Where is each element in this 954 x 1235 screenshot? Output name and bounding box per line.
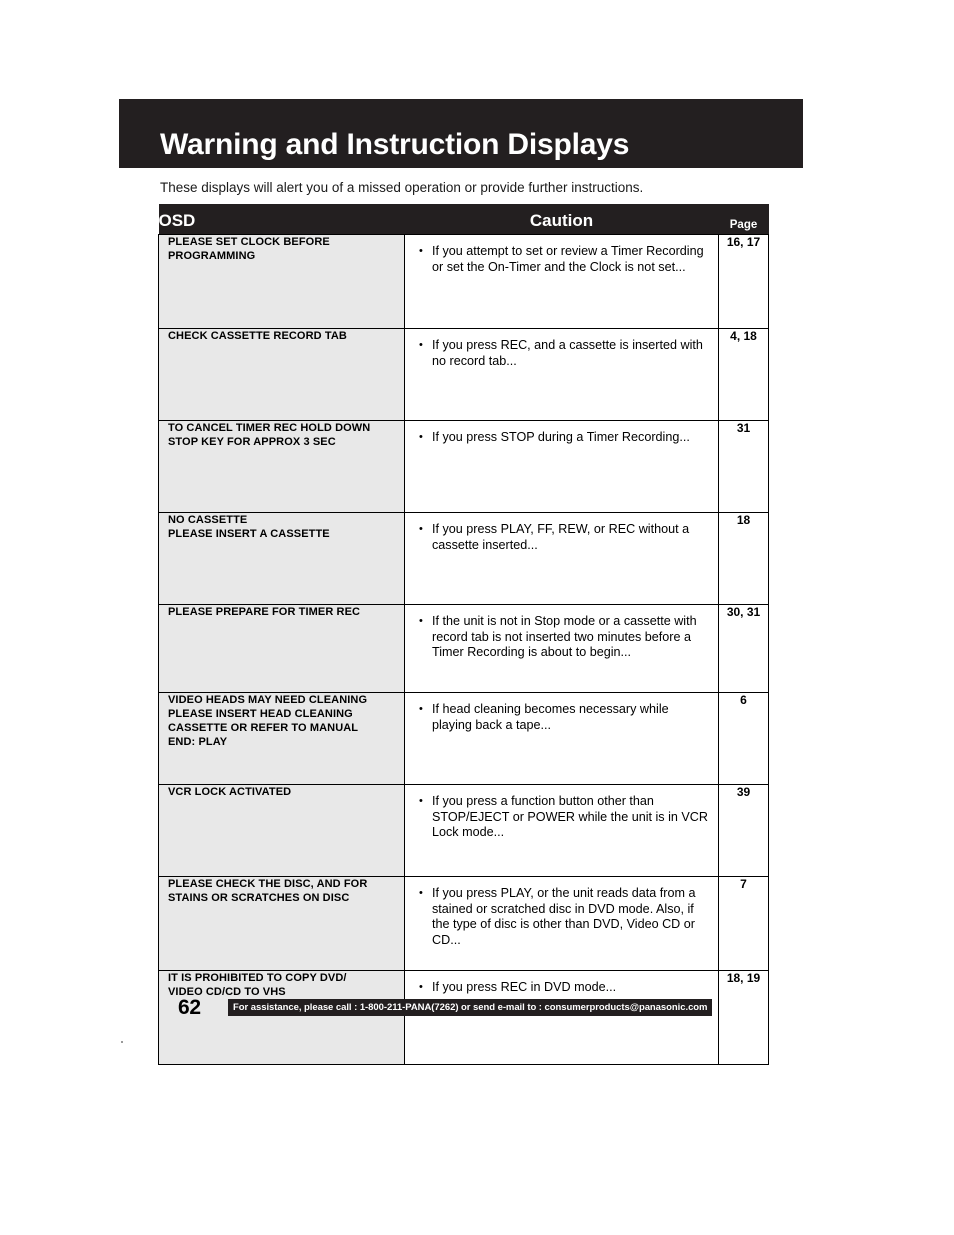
- table-header: OSD Caution Page: [159, 204, 769, 235]
- caution-description-cell: •If the unit is not in Stop mode or a ca…: [405, 605, 719, 693]
- table-row: TO CANCEL TIMER REC HOLD DOWNSTOP KEY FO…: [159, 421, 769, 513]
- caution-description-cell: •If you attempt to set or review a Timer…: [405, 235, 719, 329]
- bullet-icon: •: [419, 338, 432, 353]
- bullet-icon: •: [419, 702, 432, 717]
- osd-message-cell: VCR LOCK ACTIVATED: [159, 785, 405, 877]
- page-number: 62: [178, 996, 201, 1020]
- table-row: PLEASE CHECK THE DISC, AND FORSTAINS OR …: [159, 877, 769, 971]
- osd-message-text: PLEASE PREPARE FOR TIMER REC: [168, 605, 398, 619]
- table-row: CHECK CASSETTE RECORD TAB •If you press R…: [159, 329, 769, 421]
- osd-message-cell: NO CASSETTEPLEASE INSERT A CASSETTE: [159, 513, 405, 605]
- bullet-icon: •: [419, 614, 432, 629]
- column-header-caution: Caution: [405, 204, 719, 235]
- caution-text: If you press REC in DVD mode...: [432, 980, 708, 996]
- table-row: IT IS PROHIBITED TO COPY DVD/VIDEO CD/CD…: [159, 971, 769, 1065]
- caution-description-cell: •If head cleaning becomes necessary whil…: [405, 693, 719, 785]
- osd-message-cell: VIDEO HEADS MAY NEED CLEANINGPLEASE INSE…: [159, 693, 405, 785]
- table-row: VIDEO HEADS MAY NEED CLEANINGPLEASE INSE…: [159, 693, 769, 785]
- table-row: NO CASSETTEPLEASE INSERT A CASSETTE•If y…: [159, 513, 769, 605]
- osd-message-text: PLEASE CHECK THE DISC, AND FORSTAINS OR …: [168, 877, 398, 905]
- page-title: Warning and Instruction Displays: [119, 130, 629, 168]
- osd-message-text: CHECK CASSETTE RECORD TAB: [168, 329, 398, 343]
- page-reference-cell: 30, 31: [719, 605, 769, 693]
- column-header-osd: OSD: [159, 204, 405, 235]
- table-body: PLEASE SET CLOCK BEFOREPROGRAMMING•If yo…: [159, 235, 769, 1065]
- osd-message-text: VIDEO HEADS MAY NEED CLEANINGPLEASE INSE…: [168, 693, 398, 749]
- column-header-page: Page: [719, 204, 769, 235]
- bullet-icon: •: [419, 522, 432, 537]
- page-reference-cell: 7: [719, 877, 769, 971]
- table-row: PLEASE PREPARE FOR TIMER REC •If the unit…: [159, 605, 769, 693]
- assistance-banner: For assistance, please call : 1-800-211-…: [228, 999, 712, 1016]
- table-row: PLEASE SET CLOCK BEFOREPROGRAMMING•If yo…: [159, 235, 769, 329]
- osd-message-text: TO CANCEL TIMER REC HOLD DOWNSTOP KEY FO…: [168, 421, 398, 449]
- caution-text: If you press PLAY, or the unit reads dat…: [432, 886, 708, 948]
- osd-message-text: NO CASSETTEPLEASE INSERT A CASSETTE: [168, 513, 398, 541]
- caution-description-cell: •If you press REC, and a cassette is ins…: [405, 329, 719, 421]
- page-reference-cell: 18: [719, 513, 769, 605]
- osd-message-text: IT IS PROHIBITED TO COPY DVD/VIDEO CD/CD…: [168, 971, 398, 999]
- bullet-icon: •: [419, 886, 432, 901]
- page-reference-cell: 18, 19: [719, 971, 769, 1065]
- osd-message-text: PLEASE SET CLOCK BEFOREPROGRAMMING: [168, 235, 398, 263]
- caution-text: If you attempt to set or review a Timer …: [432, 244, 708, 275]
- caution-text: If the unit is not in Stop mode or a cas…: [432, 614, 708, 661]
- page-reference-cell: 6: [719, 693, 769, 785]
- osd-message-cell: PLEASE SET CLOCK BEFOREPROGRAMMING: [159, 235, 405, 329]
- caution-description-cell: •If you press PLAY, FF, REW, or REC with…: [405, 513, 719, 605]
- caution-text: If you press STOP during a Timer Recordi…: [432, 430, 708, 446]
- table-header-row: OSD Caution Page: [159, 204, 769, 235]
- assistance-text: For assistance, please call : 1-800-211-…: [233, 1002, 707, 1013]
- page-reference-cell: 31: [719, 421, 769, 513]
- caution-description-cell: •If you press a function button other th…: [405, 785, 719, 877]
- warning-displays-table: OSD Caution Page PLEASE SET CLOCK BEFORE…: [158, 204, 769, 1065]
- caution-text: If you press a function button other tha…: [432, 794, 708, 841]
- bullet-icon: •: [419, 794, 432, 809]
- osd-message-cell: PLEASE PREPARE FOR TIMER REC: [159, 605, 405, 693]
- bullet-icon: •: [419, 430, 432, 445]
- caution-text: If you press PLAY, FF, REW, or REC witho…: [432, 522, 708, 553]
- page-title-bar: Warning and Instruction Displays: [119, 99, 803, 168]
- osd-message-text: VCR LOCK ACTIVATED: [168, 785, 398, 799]
- caution-description-cell: •If you press PLAY, or the unit reads da…: [405, 877, 719, 971]
- page-reference-cell: 4, 18: [719, 329, 769, 421]
- intro-text: These displays will alert you of a misse…: [160, 180, 643, 196]
- bullet-icon: •: [419, 244, 432, 259]
- bullet-icon: •: [419, 980, 432, 995]
- page-reference-cell: 16, 17: [719, 235, 769, 329]
- osd-message-cell: TO CANCEL TIMER REC HOLD DOWNSTOP KEY FO…: [159, 421, 405, 513]
- caution-description-cell: •If you press STOP during a Timer Record…: [405, 421, 719, 513]
- print-speck: [121, 1041, 123, 1043]
- caution-text: If head cleaning becomes necessary while…: [432, 702, 708, 733]
- caution-description-cell: •If you press REC in DVD mode...: [405, 971, 719, 1065]
- table-row: VCR LOCK ACTIVATED •If you press a functi…: [159, 785, 769, 877]
- caution-text: If you press REC, and a cassette is inse…: [432, 338, 708, 369]
- osd-message-cell: CHECK CASSETTE RECORD TAB: [159, 329, 405, 421]
- page-reference-cell: 39: [719, 785, 769, 877]
- osd-message-cell: PLEASE CHECK THE DISC, AND FORSTAINS OR …: [159, 877, 405, 971]
